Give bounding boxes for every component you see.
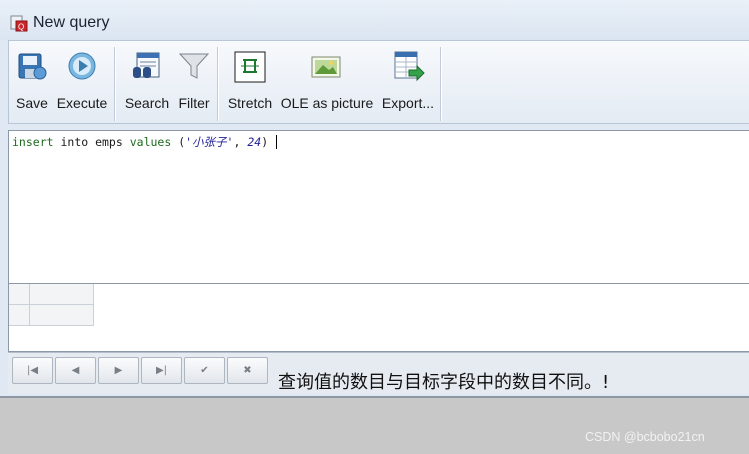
execute-button[interactable]: Execute xyxy=(55,49,109,121)
toolbar-separator xyxy=(217,47,219,121)
execute-label: Execute xyxy=(56,95,108,111)
save-icon xyxy=(14,49,50,85)
sql-text-part: into emps xyxy=(53,135,130,149)
next-record-icon: ▶ xyxy=(114,365,123,376)
post-edit-button[interactable]: ✔ xyxy=(184,357,225,384)
sql-text-part: ( xyxy=(171,135,186,149)
result-grid[interactable] xyxy=(8,284,749,352)
sql-keyword: values xyxy=(129,135,172,149)
window-title: New query xyxy=(33,14,110,31)
record-navigator: |◀ ◀ ▶ ▶| ✔ ✖ 查询值的数目与目标字段中的数目不同。! xyxy=(8,352,749,394)
last-record-icon: ▶| xyxy=(155,365,168,376)
search-icon xyxy=(129,49,165,85)
grid-corner-cell xyxy=(9,284,30,305)
prior-record-icon: ◀ xyxy=(71,365,80,376)
ole-as-picture-button[interactable]: OLE as picture xyxy=(279,49,375,121)
sql-keyword: insert xyxy=(12,135,54,149)
last-record-button[interactable]: ▶| xyxy=(141,357,182,384)
export-button[interactable]: Export... xyxy=(379,49,437,121)
svg-text:Q: Q xyxy=(18,23,24,32)
ole-picture-icon xyxy=(309,49,345,85)
first-record-button[interactable]: |◀ xyxy=(12,357,53,384)
save-button[interactable]: Save xyxy=(13,49,51,121)
prior-record-button[interactable]: ◀ xyxy=(55,357,96,384)
query-app-icon: Q xyxy=(10,14,28,32)
export-label: Export... xyxy=(381,95,435,111)
toolbar: Save Execute Search Filter Stretch OLE a… xyxy=(8,40,749,124)
cross-icon: ✖ xyxy=(243,365,252,376)
toolbar-separator xyxy=(114,47,116,121)
grid-cell[interactable] xyxy=(30,305,94,326)
filter-icon xyxy=(176,49,212,85)
sql-text[interactable]: insert into emps values ('小张子', 24) xyxy=(12,134,278,150)
sql-string-literal: '小张子' xyxy=(185,135,234,149)
stretch-label: Stretch xyxy=(227,95,273,111)
stretch-icon xyxy=(232,49,268,85)
sql-text-part: ) xyxy=(261,135,269,149)
grid-row-indicator[interactable] xyxy=(9,305,30,326)
stretch-button[interactable]: Stretch xyxy=(225,49,275,121)
grid-column-header[interactable] xyxy=(30,284,94,305)
check-icon: ✔ xyxy=(200,365,209,376)
text-caret xyxy=(276,135,278,149)
cancel-edit-button[interactable]: ✖ xyxy=(227,357,268,384)
query-window: Q New query Save Execute Search Filter S… xyxy=(0,0,749,398)
sql-number-literal: 24 xyxy=(247,135,262,149)
search-button[interactable]: Search xyxy=(123,49,171,121)
execute-icon xyxy=(64,49,100,85)
filter-button[interactable]: Filter xyxy=(175,49,213,121)
save-label: Save xyxy=(16,95,48,111)
error-message: 查询值的数目与目标字段中的数目不同。! xyxy=(278,372,610,393)
title-bar: Q New query xyxy=(0,0,749,40)
sql-text-part: , xyxy=(233,135,248,149)
export-icon xyxy=(390,49,426,85)
search-label: Search xyxy=(124,95,170,111)
ole-as-picture-label: OLE as picture xyxy=(280,95,374,111)
next-record-button[interactable]: ▶ xyxy=(98,357,139,384)
first-record-icon: |◀ xyxy=(26,365,39,376)
toolbar-separator xyxy=(440,47,442,121)
filter-label: Filter xyxy=(178,95,210,111)
watermark: CSDN @bcbobo21cn xyxy=(585,430,705,444)
sql-editor[interactable]: insert into emps values ('小张子', 24) xyxy=(8,130,749,284)
